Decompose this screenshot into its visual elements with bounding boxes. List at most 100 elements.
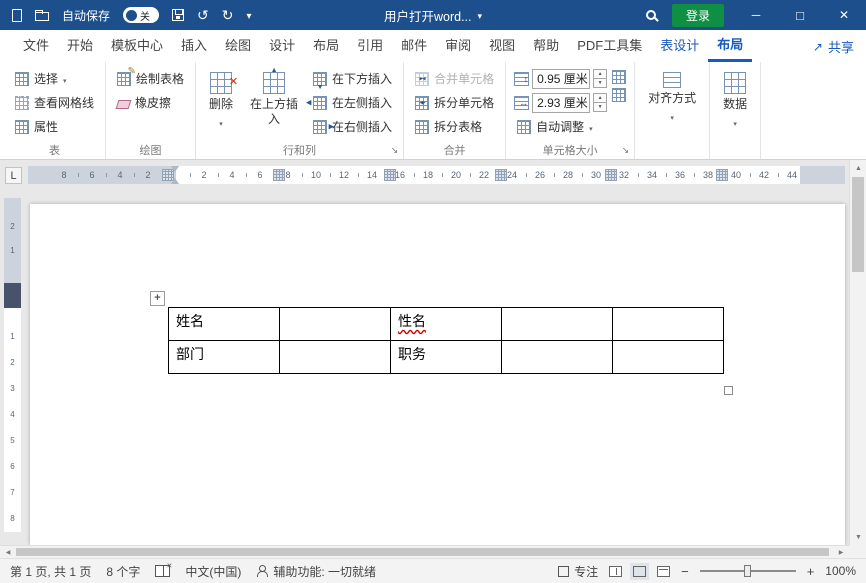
split-cells-icon [415,95,430,110]
save-icon[interactable] [172,9,185,21]
minimize-button[interactable] [734,0,778,30]
ribbon-tab-3[interactable]: 模板中心 [102,30,172,62]
row-height-input[interactable]: 0.95 厘米 [532,68,591,89]
ribbon-tab-9[interactable]: 邮件 [392,30,436,62]
ribbon-tab-10[interactable]: 审阅 [436,30,480,62]
vertical-scrollbar[interactable] [849,160,866,545]
autofit-button[interactable]: 自动调整 [514,115,607,138]
ruler-number: 14 [366,170,378,180]
distribute-columns-icon[interactable] [612,88,627,102]
accessibility-status[interactable]: 辅助功能: 一切就绪 [256,563,376,580]
merge-group: 合并单元格 拆分单元格 拆分表格 合并 [404,62,507,159]
ribbon-tab-6[interactable]: 设计 [260,30,304,62]
table-resize-handle[interactable] [724,386,733,395]
table-column-marker[interactable] [273,169,285,181]
table-cell[interactable] [279,307,391,341]
ribbon-tab-1[interactable]: 文件 [14,30,58,62]
row-height-stepper[interactable] [593,69,608,88]
scroll-left-icon[interactable] [1,546,15,558]
ribbon-tab-12[interactable]: 帮助 [524,30,568,62]
ribbon-tab-7[interactable]: 布局 [304,30,348,62]
tab-stop-selector[interactable] [5,167,22,184]
language-indicator[interactable]: 中文(中国) [185,563,241,580]
spin-down-icon[interactable] [593,78,608,88]
table-cell[interactable]: 部门 [168,340,280,374]
horizontal-scrollbar[interactable] [0,545,849,558]
print-layout-icon[interactable] [630,562,650,580]
scroll-up-icon[interactable] [850,161,866,175]
table-cell[interactable] [279,340,391,374]
table-column-marker[interactable] [495,169,507,181]
eraser-button[interactable]: 橡皮擦 [114,91,187,114]
ribbon-tab-13[interactable]: PDF工具集 [568,30,651,62]
share-button[interactable]: 共享 [813,37,854,56]
select-button[interactable]: 选择 [12,67,97,90]
table-column-marker[interactable] [605,169,617,181]
page-indicator[interactable]: 第 1 页, 共 1 页 [10,563,91,580]
hanging-indent-marker[interactable] [171,174,179,184]
ribbon-tab-15[interactable]: 布局 [708,30,753,62]
table-cell[interactable] [501,340,613,374]
table-cell[interactable] [612,340,724,374]
insert-left-button[interactable]: 在左侧插入 [310,91,395,114]
table-cell[interactable]: 性名 [390,307,502,341]
insert-right-button[interactable]: 在右侧插入 [310,115,395,138]
proofing-errors-icon[interactable] [155,562,172,577]
ribbon-tab-5[interactable]: 绘图 [216,30,260,62]
zoom-slider-thumb[interactable] [743,565,751,577]
properties-button[interactable]: 属性 [12,115,97,138]
table-column-marker[interactable] [716,169,728,181]
ribbon-tab-8[interactable]: 引用 [348,30,392,62]
split-cells-button[interactable]: 拆分单元格 [412,91,497,114]
zoom-slider[interactable] [699,565,796,577]
draw-table-button[interactable]: 绘制表格 [114,67,187,90]
table-cell[interactable] [501,307,613,341]
table-column-marker[interactable] [384,169,396,181]
login-button[interactable]: 登录 [671,3,724,27]
undo-icon[interactable] [197,8,209,22]
document-title[interactable]: 用户打开word... [384,6,482,25]
column-width-stepper[interactable] [593,93,608,112]
delete-button[interactable]: 删除 [204,67,238,129]
ribbon-tab-11[interactable]: 视图 [480,30,524,62]
view-gridlines-button[interactable]: 查看网格线 [12,91,97,114]
close-button[interactable] [822,0,866,30]
document-title-text: 用户打开word... [383,9,472,24]
table-move-handle[interactable] [150,291,165,306]
zoom-out-button[interactable] [681,564,689,579]
word-count[interactable]: 8 个字 [106,563,140,580]
merge-cells-button[interactable]: 合并单元格 [412,67,497,90]
split-table-button[interactable]: 拆分表格 [412,115,497,138]
data-button[interactable]: 数据 [718,67,752,129]
focus-mode-button[interactable]: 专注 [558,563,598,580]
scroll-down-icon[interactable] [850,530,866,544]
open-folder-icon[interactable] [35,10,49,21]
document-page[interactable]: 姓名 性名部门 职务 [30,204,845,545]
table-cell[interactable] [612,307,724,341]
table-cell[interactable]: 姓名 [168,307,280,341]
ribbon-tab-4[interactable]: 插入 [172,30,216,62]
horizontal-scrollbar-thumb[interactable] [16,548,829,556]
web-layout-icon[interactable] [657,565,671,577]
customize-toolbar-icon[interactable] [246,9,251,22]
read-mode-icon[interactable] [609,565,623,577]
spin-down-icon[interactable] [593,102,608,112]
table-row-marker[interactable] [4,283,21,308]
search-icon[interactable] [645,10,656,20]
alignment-button[interactable]: 对齐方式 [643,67,701,123]
scroll-right-icon[interactable] [834,546,848,558]
autosave-toggle[interactable]: 关 [123,7,160,23]
maximize-button[interactable] [778,0,822,30]
vertical-scrollbar-thumb[interactable] [852,177,864,272]
zoom-level[interactable]: 100% [825,564,856,578]
zoom-in-button[interactable] [807,564,815,579]
new-file-icon[interactable] [12,8,22,22]
distribute-rows-icon[interactable] [612,70,627,84]
table-cell[interactable]: 职务 [390,340,502,374]
ribbon-tab-14[interactable]: 表设计 [651,30,708,62]
column-width-input[interactable]: 2.93 厘米 [532,92,591,113]
ribbon-tab-2[interactable]: 开始 [58,30,102,62]
insert-above-button[interactable]: 在上方插入 [243,67,305,127]
insert-below-button[interactable]: 在下方插入 [310,67,395,90]
redo-icon[interactable] [222,8,234,22]
